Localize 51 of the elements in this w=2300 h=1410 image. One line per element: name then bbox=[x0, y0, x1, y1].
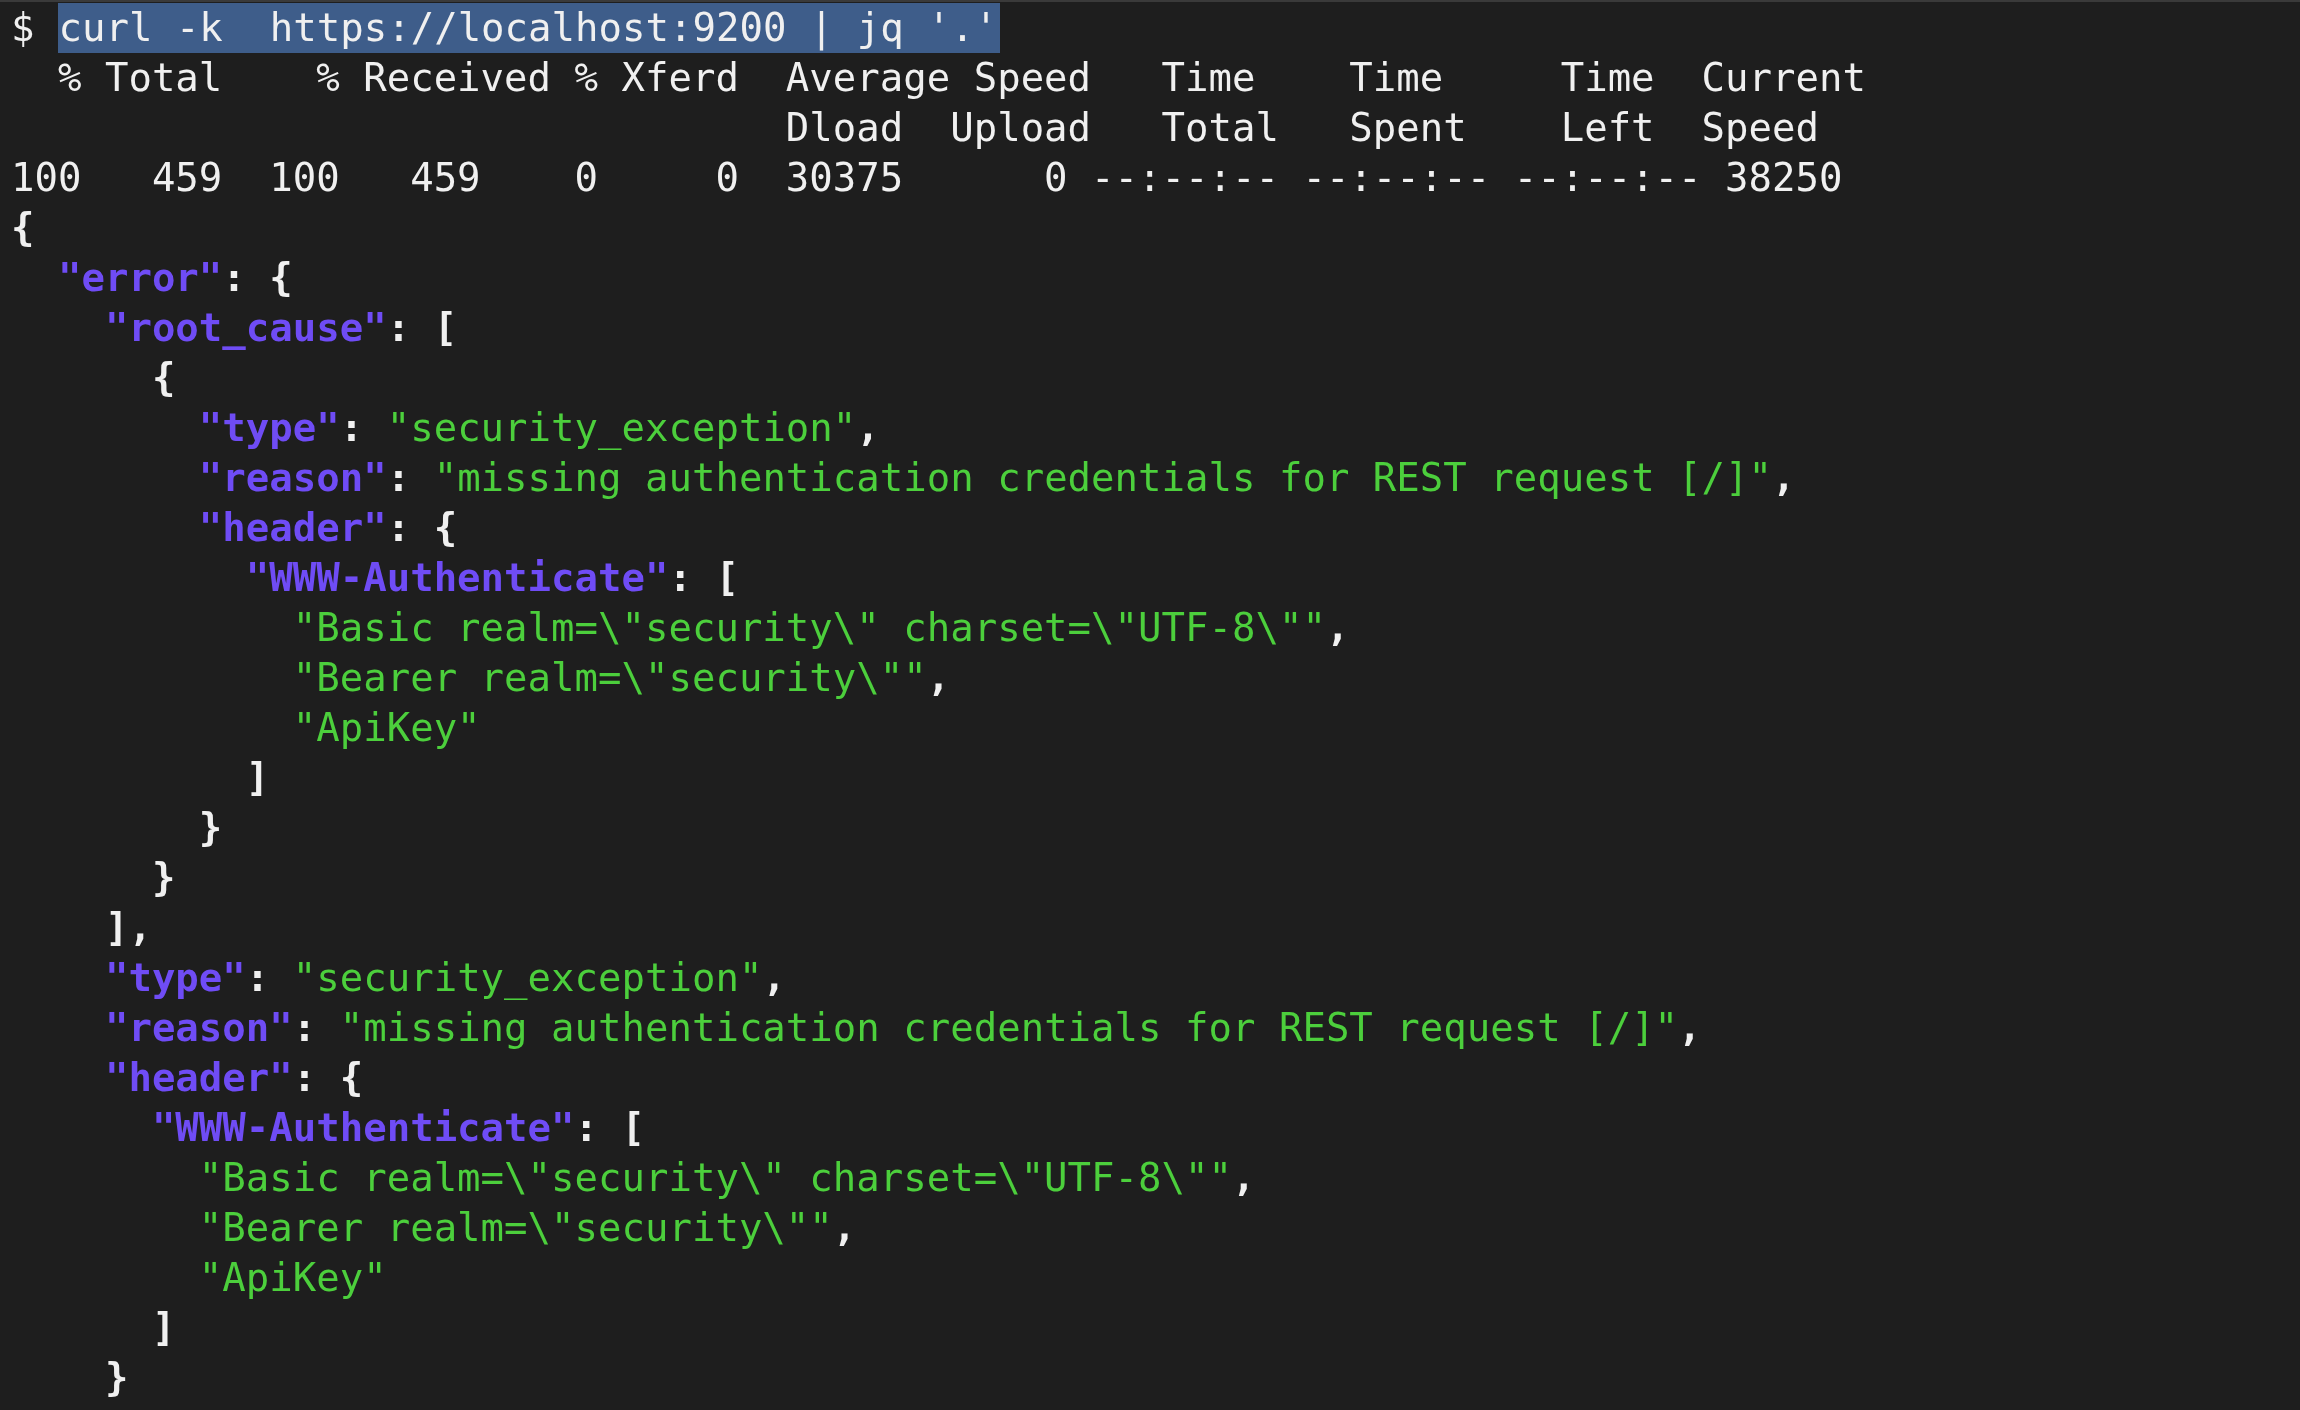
json-string: "Basic realm=\"security\" charset=\"UTF-8\"" bbox=[197, 1154, 1232, 1202]
json-key: "header" bbox=[11, 1053, 293, 1103]
json-punctuation: { bbox=[11, 204, 35, 252]
json-key: "header" bbox=[11, 503, 387, 553]
json-string: "security_exception" bbox=[386, 404, 857, 452]
json-punctuation: : [ bbox=[668, 554, 739, 602]
json-punctuation: ] bbox=[150, 1304, 176, 1352]
json-key: "reason" bbox=[11, 453, 387, 503]
json-punctuation: : bbox=[292, 1004, 318, 1052]
json-punctuation: , bbox=[1772, 454, 1796, 502]
json-punctuation: , bbox=[1231, 1154, 1256, 1202]
json-key: "WWW-Authenticate" bbox=[11, 1103, 575, 1153]
json-punctuation: { bbox=[150, 354, 176, 402]
json-punctuation: : { bbox=[222, 254, 293, 302]
progress-text: 100 459 100 459 0 0 30375 0 --:--:-- --:--:-- --:--:-- 38250 bbox=[11, 154, 1843, 202]
json-punctuation: : bbox=[386, 454, 412, 502]
json-punctuation: ] bbox=[244, 754, 270, 802]
json-punctuation: , bbox=[832, 1204, 857, 1252]
json-string: "Basic realm=\"security\" charset=\"UTF-8\"" bbox=[291, 604, 1326, 652]
json-string: "missing authentication credentials for REST request [/]" bbox=[339, 1004, 1679, 1052]
json-key: "WWW-Authenticate" bbox=[11, 553, 669, 603]
json-string: "ApiKey" bbox=[291, 704, 481, 752]
json-key: "root_cause" bbox=[11, 303, 387, 353]
json-punctuation: ], bbox=[103, 904, 152, 952]
json-punctuation: } bbox=[150, 854, 176, 902]
json-punctuation: } bbox=[197, 804, 223, 852]
prompt-symbol: $ bbox=[11, 4, 35, 52]
json-punctuation: } bbox=[103, 1354, 129, 1402]
json-string: "security_exception" bbox=[292, 954, 763, 1002]
json-string: "missing authentication credentials for REST request [/]" bbox=[433, 454, 1772, 502]
json-key: "error" bbox=[11, 253, 223, 303]
json-key: "type" bbox=[11, 953, 246, 1003]
progress-text: % Total % Received % Xferd Average Speed Time Time Time Current bbox=[56, 54, 1866, 102]
json-punctuation: , bbox=[856, 404, 880, 452]
json-punctuation: , bbox=[1325, 604, 1350, 652]
json-punctuation: : [ bbox=[386, 304, 458, 352]
json-punctuation: , bbox=[926, 654, 951, 702]
json-key: "reason" bbox=[11, 1003, 293, 1053]
json-punctuation: : { bbox=[386, 504, 458, 552]
json-punctuation: : bbox=[339, 404, 365, 452]
progress-text: Dload Upload Total Spent Left Speed bbox=[784, 104, 1819, 152]
json-key: "type" bbox=[11, 403, 340, 453]
json-punctuation: , bbox=[762, 954, 786, 1002]
command-text: curl -k https://localhost:9200 | jq '.' bbox=[58, 3, 1000, 53]
json-string: "Bearer realm=\"security\"" bbox=[197, 1204, 833, 1252]
json-punctuation: , bbox=[1678, 1004, 1702, 1052]
json-punctuation: : bbox=[245, 954, 271, 1002]
json-string: "Bearer realm=\"security\"" bbox=[291, 654, 927, 702]
json-string: "ApiKey" bbox=[197, 1254, 387, 1302]
json-punctuation: : [ bbox=[574, 1104, 645, 1152]
json-punctuation: : { bbox=[292, 1054, 364, 1102]
